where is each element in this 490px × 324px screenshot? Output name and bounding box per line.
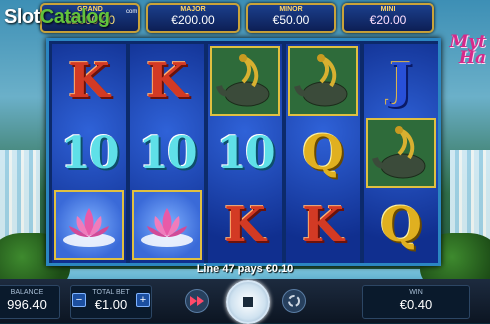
dragon-turtle-icon: [372, 126, 426, 179]
decrease-bet-button[interactable]: −: [72, 293, 86, 307]
reel-5: J Q: [364, 44, 438, 263]
reel-symbol-k: K: [224, 197, 266, 253]
dragon-turtle-symbol: [366, 118, 436, 188]
reel-symbol-10: 10: [138, 127, 197, 179]
reel-symbol-k: K: [68, 53, 110, 109]
reels-frame: K 10 K 10 10 K Q K J Q: [46, 38, 441, 266]
lotus-icon: [141, 208, 193, 247]
balance-value: 996.40: [7, 297, 47, 312]
reel-symbol-10: 10: [60, 127, 119, 179]
reel-symbol-k: K: [302, 197, 344, 253]
jackpot-mini: MINI €20.00: [342, 3, 434, 33]
reel-2: K 10: [130, 44, 204, 263]
reel-symbol-q: Q: [302, 125, 344, 181]
jackpot-value: €50.00: [272, 13, 310, 27]
watermark-part2: Catalog: [39, 6, 110, 28]
fast-forward-icon: [190, 296, 204, 306]
autoplay-icon: [288, 295, 300, 307]
jackpot-value: €200.00: [171, 13, 215, 27]
reel-symbol-q: Q: [380, 197, 422, 253]
lotus-symbol: [132, 190, 202, 260]
dragon-turtle-icon: [294, 54, 348, 107]
jackpot-minor: MINOR €50.00: [246, 3, 336, 33]
reel-symbol-10: 10: [216, 127, 275, 179]
watermark: SlotCatalog: [4, 6, 110, 29]
win-panel: WIN €0.40: [362, 285, 470, 319]
win-label: WIN: [409, 289, 423, 296]
watermark-part1: Slot: [4, 6, 40, 28]
game-logo: Myt Ha: [449, 34, 486, 68]
balance-panel: BALANCE 996.40: [0, 285, 60, 319]
reel-1: K 10: [52, 44, 126, 263]
dragon-turtle-symbol: [288, 46, 358, 116]
reel-4: Q K: [286, 44, 360, 263]
turbo-button[interactable]: [185, 289, 209, 313]
lotus-symbol: [54, 190, 124, 260]
spin-stop-button[interactable]: [226, 280, 270, 324]
jackpot-value: €20.00: [369, 13, 407, 27]
increase-bet-button[interactable]: +: [136, 293, 150, 307]
logo-line2: Ha: [458, 48, 486, 68]
stop-icon: [243, 297, 253, 307]
reel-symbol-k: K: [146, 53, 188, 109]
balance-label: BALANCE: [10, 289, 44, 296]
reel-symbol-j: J: [389, 53, 413, 109]
jackpot-major: MAJOR €200.00: [146, 3, 240, 33]
dragon-turtle-symbol: [210, 46, 280, 116]
dragon-turtle-icon: [216, 54, 270, 107]
win-value: €0.40: [399, 297, 433, 312]
watermark-suffix: com: [126, 9, 138, 15]
win-message: Line 47 pays €0.10: [196, 263, 294, 275]
reel-3: 10 K: [208, 44, 282, 263]
lotus-icon: [63, 208, 115, 247]
autoplay-button[interactable]: [282, 289, 306, 313]
